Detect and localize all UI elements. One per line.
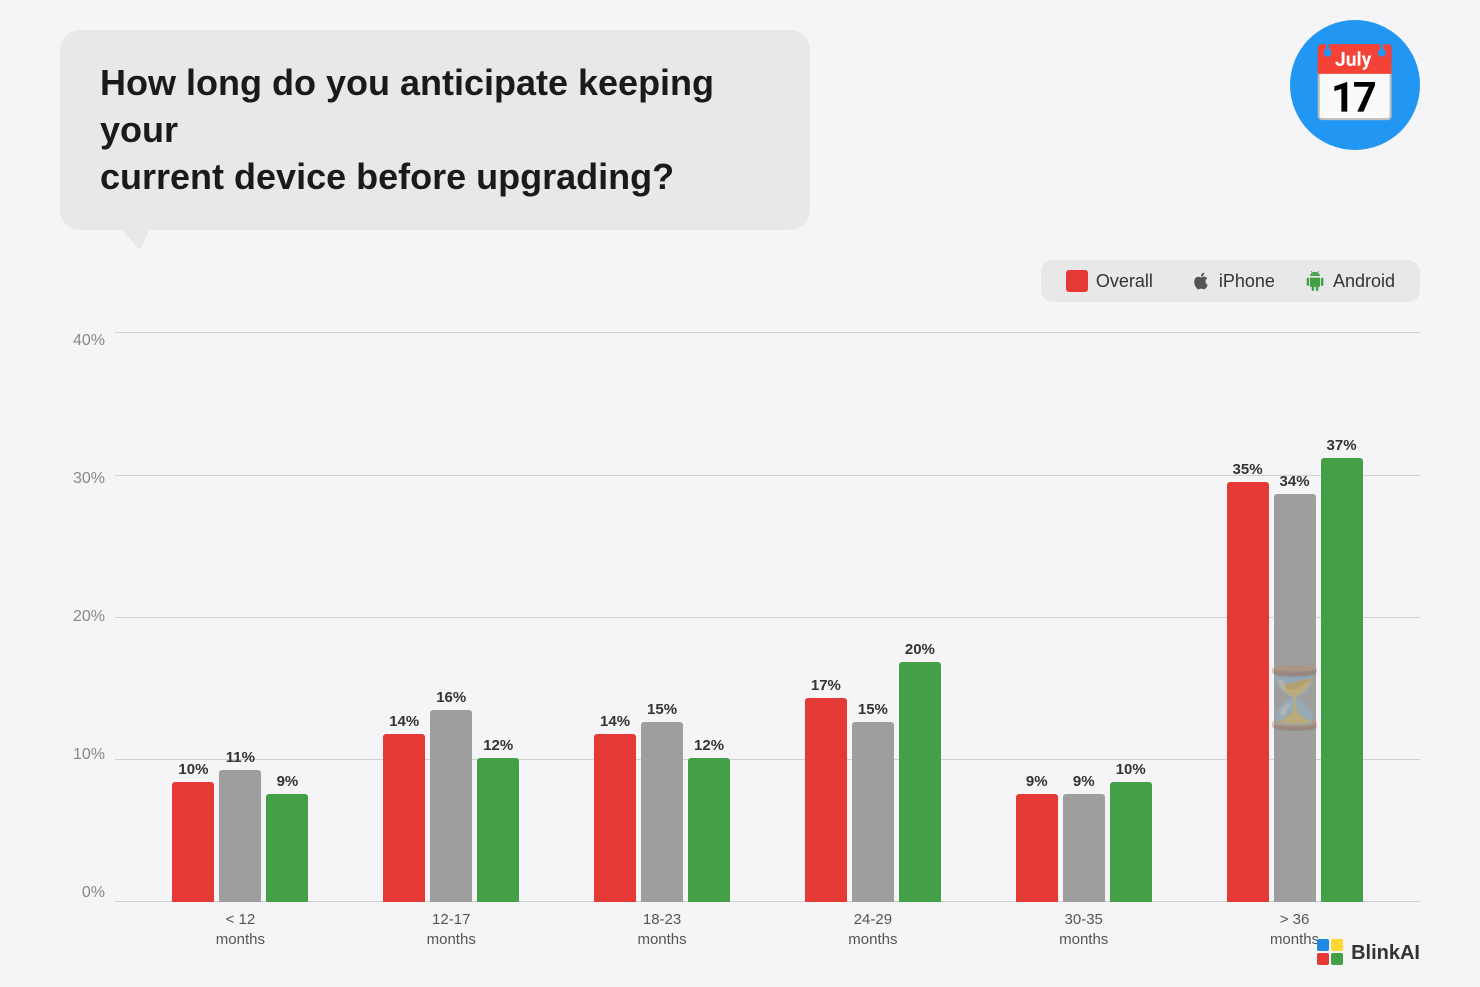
apple-icon-svg xyxy=(1191,271,1211,291)
bar-wrapper-lt12-android: 9% xyxy=(266,773,308,902)
x-labels: < 12months 12-17months 18-23months 24-29… xyxy=(115,902,1420,957)
bar-3035-iphone xyxy=(1063,794,1105,902)
bar-1217-android xyxy=(477,758,519,902)
bar-value-gt36-overall: 35% xyxy=(1233,461,1263,478)
bar-wrapper-1823-iphone: 15% xyxy=(641,701,683,902)
bar-lt12-overall xyxy=(172,782,214,902)
y-axis: 0% 10% 20% 30% 40% xyxy=(60,322,115,957)
chart-body: 10% 11% 9% xyxy=(115,322,1420,957)
bar-value-gt36-iphone: 34% xyxy=(1280,473,1310,490)
legend-container: Overall iPhone Android xyxy=(60,260,1420,302)
chart-area: 0% 10% 20% 30% 40% xyxy=(60,322,1420,957)
bar-value-lt12-iphone: 11% xyxy=(226,749,255,766)
bar-group-1217: 14% 16% 12% xyxy=(383,689,519,902)
bar-value-lt12-overall: 10% xyxy=(178,761,208,778)
calendar-emoji: 📅 xyxy=(1308,48,1401,123)
bar-value-3035-android: 10% xyxy=(1116,761,1146,778)
bar-value-2429-iphone: 15% xyxy=(858,701,888,718)
bar-wrapper-2429-overall: 17% xyxy=(805,677,847,902)
bar-wrapper-2429-iphone: 15% xyxy=(852,701,894,902)
y-label-30: 30% xyxy=(60,470,115,488)
bar-value-1823-iphone: 15% xyxy=(647,701,677,718)
question-text: How long do you anticipate keeping yourc… xyxy=(100,60,770,200)
bar-3035-android xyxy=(1110,782,1152,902)
legend-label-android: Android xyxy=(1333,271,1395,292)
bar-group-gt36: 35% 34% ⏳ 37% xyxy=(1227,437,1363,902)
bar-lt12-iphone xyxy=(219,770,261,902)
question-bubble: How long do you anticipate keeping yourc… xyxy=(60,30,810,230)
bar-2429-overall xyxy=(805,698,847,902)
bar-wrapper-1217-android: 12% xyxy=(477,737,519,902)
android-icon xyxy=(1305,271,1325,291)
legend-color-overall xyxy=(1066,270,1088,292)
x-label-1823: 18-23months xyxy=(597,910,727,949)
bar-wrapper-3035-overall: 9% xyxy=(1016,773,1058,902)
bar-value-1823-overall: 14% xyxy=(600,713,630,730)
main-container: How long do you anticipate keeping yourc… xyxy=(0,0,1480,987)
bar-value-2429-overall: 17% xyxy=(811,677,841,694)
bar-value-2429-android: 20% xyxy=(905,641,935,658)
bar-3035-overall xyxy=(1016,794,1058,902)
bar-value-1823-android: 12% xyxy=(694,737,724,754)
legend-label-overall: Overall xyxy=(1096,271,1153,292)
bar-value-1217-android: 12% xyxy=(483,737,513,754)
bar-wrapper-1217-iphone: 16% xyxy=(430,689,472,902)
bar-wrapper-1217-overall: 14% xyxy=(383,713,425,902)
y-label-0: 0% xyxy=(60,884,115,902)
bar-group-3035: 9% 9% 10% xyxy=(1016,761,1152,902)
bar-value-lt12-android: 9% xyxy=(277,773,299,790)
bar-lt12-android xyxy=(266,794,308,902)
bar-group-lt12: 10% 11% 9% xyxy=(172,749,308,902)
legend-label-iphone: iPhone xyxy=(1219,271,1275,292)
y-label-10: 10% xyxy=(60,746,115,764)
legend-item-iphone: iPhone xyxy=(1183,271,1275,292)
bar-gt36-android xyxy=(1321,458,1363,902)
bar-value-3035-overall: 9% xyxy=(1026,773,1048,790)
branding: BlinkAI xyxy=(1317,939,1420,967)
bar-group-1823: 14% 15% 12% xyxy=(594,701,730,902)
bar-wrapper-lt12-iphone: 11% xyxy=(219,749,261,902)
bar-wrapper-1823-overall: 14% xyxy=(594,713,636,902)
bars-container: 10% 11% 9% xyxy=(115,332,1420,902)
bar-group-2429: 17% 15% 20% xyxy=(805,641,941,902)
bar-2429-iphone xyxy=(852,722,894,902)
bar-wrapper-3035-iphone: 9% xyxy=(1063,773,1105,902)
calendar-icon: 📅 xyxy=(1290,20,1420,150)
bar-gt36-iphone: ⏳ xyxy=(1274,494,1316,902)
bar-value-3035-iphone: 9% xyxy=(1073,773,1095,790)
chart-with-axes: 0% 10% 20% 30% 40% xyxy=(60,322,1420,957)
bar-1823-overall xyxy=(594,734,636,902)
y-label-20: 20% xyxy=(60,608,115,626)
y-label-40: 40% xyxy=(60,332,115,350)
bar-2429-android xyxy=(899,662,941,902)
bar-wrapper-2429-android: 20% xyxy=(899,641,941,902)
branding-name: BlinkAI xyxy=(1351,942,1420,965)
x-label-3035: 30-35months xyxy=(1019,910,1149,949)
bar-1823-android xyxy=(688,758,730,902)
legend: Overall iPhone Android xyxy=(1041,260,1420,302)
bar-1823-iphone xyxy=(641,722,683,902)
bar-wrapper-1823-android: 12% xyxy=(688,737,730,902)
bar-wrapper-lt12-overall: 10% xyxy=(172,761,214,902)
x-label-lt12: < 12months xyxy=(175,910,305,949)
bar-value-1217-overall: 14% xyxy=(389,713,419,730)
bar-wrapper-gt36-iphone: 34% ⏳ xyxy=(1274,473,1316,902)
x-label-1217: 12-17months xyxy=(386,910,516,949)
legend-item-android: Android xyxy=(1305,271,1395,292)
bar-wrapper-3035-android: 10% xyxy=(1110,761,1152,902)
blinkai-logo xyxy=(1317,939,1345,967)
bar-1217-iphone xyxy=(430,710,472,902)
bar-value-gt36-android: 37% xyxy=(1327,437,1357,454)
bar-value-1217-iphone: 16% xyxy=(436,689,466,706)
legend-item-overall: Overall xyxy=(1066,270,1153,292)
header-area: How long do you anticipate keeping yourc… xyxy=(60,30,1420,230)
bar-wrapper-gt36-android: 37% xyxy=(1321,437,1363,902)
bar-1217-overall xyxy=(383,734,425,902)
x-label-2429: 24-29months xyxy=(808,910,938,949)
